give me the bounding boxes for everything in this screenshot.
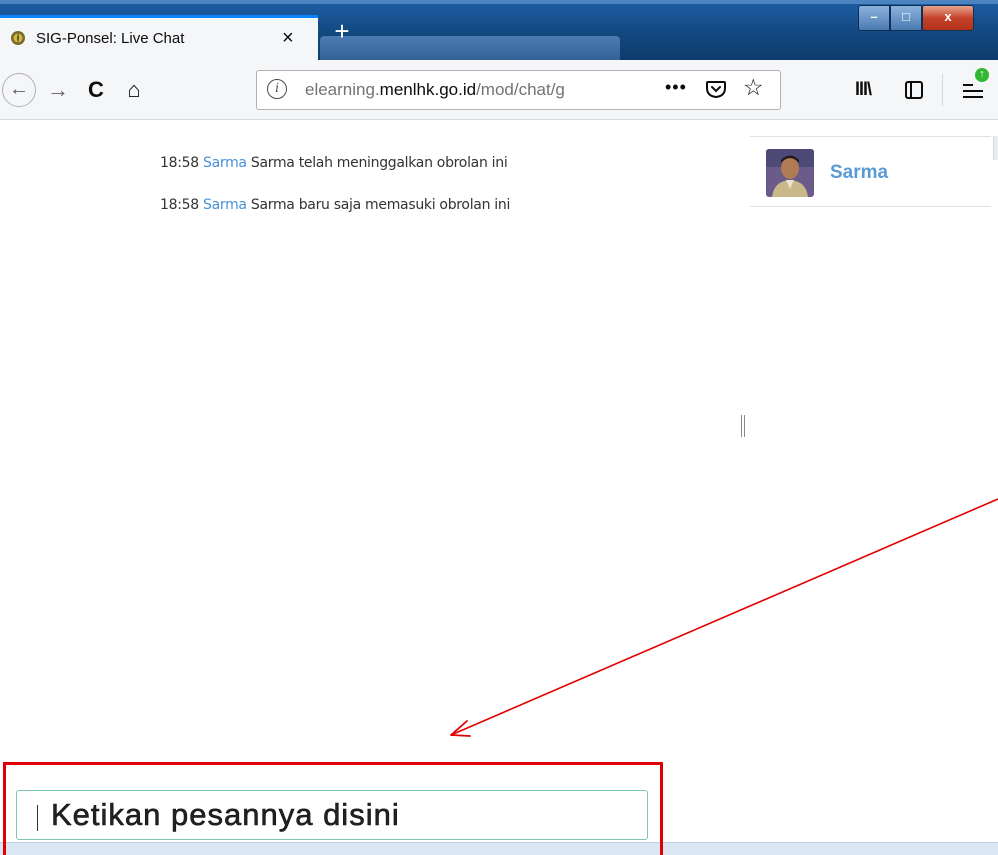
url-domain: menlhk.go.id: [379, 80, 477, 99]
window-titlebar: SIG-Ponsel: Live Chat × + – □ x: [0, 0, 998, 60]
message-text: Sarma baru saja memasuki obrolan ini: [250, 197, 511, 213]
tab-active[interactable]: SIG-Ponsel: Live Chat ×: [0, 15, 318, 60]
tab-favicon-icon: [11, 31, 25, 45]
chat-page: 18:58 Sarma Sarma telah meninggalkan obr…: [0, 121, 998, 855]
url-path: /mod/chat/g: [476, 80, 565, 99]
background-tab[interactable]: [320, 36, 620, 60]
pocket-icon[interactable]: [705, 78, 727, 100]
toolbar-separator: [942, 74, 943, 106]
users-list: Sarma: [750, 136, 991, 207]
back-button[interactable]: ←: [2, 73, 36, 107]
message-text: Sarma telah meninggalkan obrolan ini: [250, 155, 508, 171]
message-user-link[interactable]: Sarma: [203, 155, 247, 171]
forward-button[interactable]: →: [42, 74, 74, 106]
panel-resize-handle[interactable]: [740, 415, 746, 437]
avatar-photo: [766, 149, 814, 197]
chat-message: 18:58 Sarma Sarma telah meninggalkan obr…: [160, 155, 508, 171]
panel-scroll-edge: [993, 136, 998, 160]
chat-message: 18:58 Sarma Sarma baru saja memasuki obr…: [160, 197, 510, 213]
window-close-button[interactable]: x: [922, 5, 974, 31]
url-text[interactable]: elearning.menlhk.go.id/mod/chat/g: [305, 80, 615, 100]
update-badge-icon: ↑: [975, 68, 989, 82]
message-input[interactable]: [16, 790, 648, 840]
reload-button[interactable]: C: [80, 74, 112, 106]
tab-title: SIG-Ponsel: Live Chat: [36, 30, 185, 47]
bookmark-star-icon[interactable]: ☆: [743, 74, 764, 101]
url-prefix: elearning.: [305, 80, 380, 99]
user-name-link[interactable]: Sarma: [830, 162, 888, 184]
page-actions-button[interactable]: •••: [665, 77, 687, 98]
tab-close-button[interactable]: ×: [282, 26, 294, 50]
message-time: 18:58: [160, 155, 199, 171]
message-user-link[interactable]: Sarma: [203, 197, 247, 213]
titlebar-gloss: [0, 0, 998, 4]
text-caret: [37, 805, 38, 831]
menu-icon[interactable]: [963, 80, 983, 100]
url-bar[interactable]: i elearning.menlhk.go.id/mod/chat/g ••• …: [256, 70, 781, 110]
avatar[interactable]: [766, 149, 814, 197]
sidebar-icon[interactable]: [905, 81, 923, 99]
new-tab-button[interactable]: +: [328, 18, 356, 46]
home-button[interactable]: ⌂: [118, 74, 150, 106]
window-maximize-button[interactable]: □: [890, 5, 922, 31]
info-icon[interactable]: i: [267, 79, 287, 99]
library-icon[interactable]: lll\: [855, 79, 872, 100]
message-time: 18:58: [160, 197, 199, 213]
window-minimize-button[interactable]: –: [858, 5, 890, 31]
navigation-toolbar: ← → C ⌂ i elearning.menlhk.go.id/mod/cha…: [0, 60, 998, 120]
